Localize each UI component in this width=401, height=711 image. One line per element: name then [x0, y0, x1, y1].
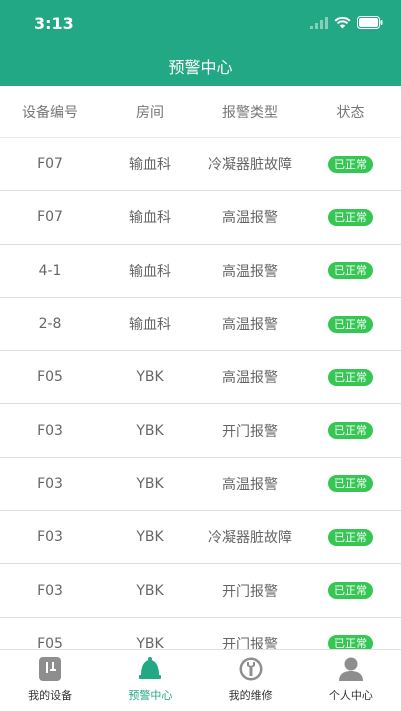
column-header-device: 设备编号 — [22, 104, 78, 121]
table-row[interactable]: 4-1 输血科 高温报警 已正常 — [0, 245, 401, 298]
column-header-status: 状态 — [336, 104, 365, 121]
status-badge: 已正常 — [328, 582, 373, 600]
alarm-type-cell: 高温报警 — [222, 370, 278, 387]
column-header-alarm-type: 报警类型 — [222, 104, 278, 121]
device-cell: F07 — [37, 209, 63, 226]
device-cell: F05 — [37, 635, 63, 649]
app-header: 3:13 预警中心 — [0, 0, 401, 86]
room-cell: YBK — [136, 582, 164, 599]
device-cell: F03 — [37, 582, 63, 599]
status-badge: 已正常 — [328, 208, 373, 226]
alarm-type-cell: 开门报警 — [222, 583, 278, 600]
table-row[interactable]: F03 YBK 开门报警 已正常 — [0, 404, 401, 458]
alarm-list[interactable]: F07 输血科 冷凝器脏故障 已正常 F07 输血科 高温报警 已正常 4-1 … — [0, 138, 401, 649]
device-cell: F05 — [37, 369, 63, 386]
room-cell: YBK — [136, 475, 164, 492]
status-bar: 3:13 — [0, 0, 401, 46]
table-row[interactable]: F03 YBK 高温报警 已正常 — [0, 458, 401, 512]
status-badge: 已正常 — [328, 155, 373, 173]
status-badge: 已正常 — [328, 368, 373, 386]
table-header: 设备编号 房间 报警类型 状态 — [0, 86, 401, 138]
device-cell: 4-1 — [38, 262, 62, 279]
alarm-type-cell: 冷凝器脏故障 — [208, 530, 292, 547]
tab-label: 我的设备 — [28, 689, 73, 702]
column-header-room: 房间 — [136, 104, 164, 121]
alarm-type-cell: 开门报警 — [222, 636, 278, 649]
cellular-icon — [310, 14, 328, 33]
wifi-icon — [334, 14, 351, 33]
tab-alert-center[interactable]: 预警中心 — [100, 650, 200, 711]
alarm-type-cell: 高温报警 — [222, 210, 278, 227]
table-row[interactable]: F05 YBK 开门报警 已正常 — [0, 618, 401, 649]
device-cell: 2-8 — [38, 316, 62, 333]
tab-bar: 我的设备 预警中心 我的维修 个人中心 — [0, 649, 401, 711]
alarm-type-cell: 高温报警 — [222, 263, 278, 280]
room-cell: YBK — [136, 369, 164, 386]
alarm-type-cell: 冷凝器脏故障 — [208, 157, 292, 174]
status-badge: 已正常 — [328, 635, 373, 649]
table-row[interactable]: F05 YBK 高温报警 已正常 — [0, 351, 401, 405]
tab-label: 我的维修 — [228, 689, 273, 702]
room-cell: 输血科 — [129, 317, 171, 334]
status-badge: 已正常 — [328, 475, 373, 493]
status-badge: 已正常 — [328, 262, 373, 280]
status-time: 3:13 — [34, 14, 74, 33]
alarm-type-cell: 开门报警 — [222, 423, 278, 440]
table-row[interactable]: F07 输血科 冷凝器脏故障 已正常 — [0, 138, 401, 192]
tab-my-devices[interactable]: 我的设备 — [0, 650, 100, 711]
table-row[interactable]: F07 输血科 高温报警 已正常 — [0, 191, 401, 245]
bell-icon — [137, 656, 163, 682]
status-icons — [310, 14, 383, 33]
room-cell: YBK — [136, 422, 164, 439]
device-cell: F03 — [37, 475, 63, 492]
alarm-type-cell: 高温报警 — [222, 476, 278, 493]
room-cell: 输血科 — [129, 210, 171, 227]
room-cell: YBK — [136, 529, 164, 546]
tab-label: 个人中心 — [328, 689, 373, 702]
table-row[interactable]: F03 YBK 开门报警 已正常 — [0, 564, 401, 618]
tab-profile[interactable]: 个人中心 — [301, 650, 401, 711]
tab-label: 预警中心 — [128, 689, 173, 702]
person-icon — [338, 656, 364, 682]
room-cell: 输血科 — [129, 157, 171, 174]
table-row[interactable]: 2-8 输血科 高温报警 已正常 — [0, 298, 401, 352]
alarm-type-cell: 高温报警 — [222, 317, 278, 334]
device-icon — [37, 656, 63, 682]
room-cell: 输血科 — [129, 263, 171, 280]
room-cell: YBK — [136, 635, 164, 649]
device-cell: F07 — [37, 156, 63, 173]
device-cell: F03 — [37, 422, 63, 439]
page-title: 预警中心 — [168, 58, 233, 77]
status-badge: 已正常 — [328, 528, 373, 546]
wrench-icon — [238, 656, 264, 682]
status-badge: 已正常 — [328, 315, 373, 333]
battery-icon — [357, 14, 383, 33]
device-cell: F03 — [37, 529, 63, 546]
table-row[interactable]: F03 YBK 冷凝器脏故障 已正常 — [0, 511, 401, 565]
tab-my-repairs[interactable]: 我的维修 — [201, 650, 301, 711]
status-badge: 已正常 — [328, 422, 373, 440]
